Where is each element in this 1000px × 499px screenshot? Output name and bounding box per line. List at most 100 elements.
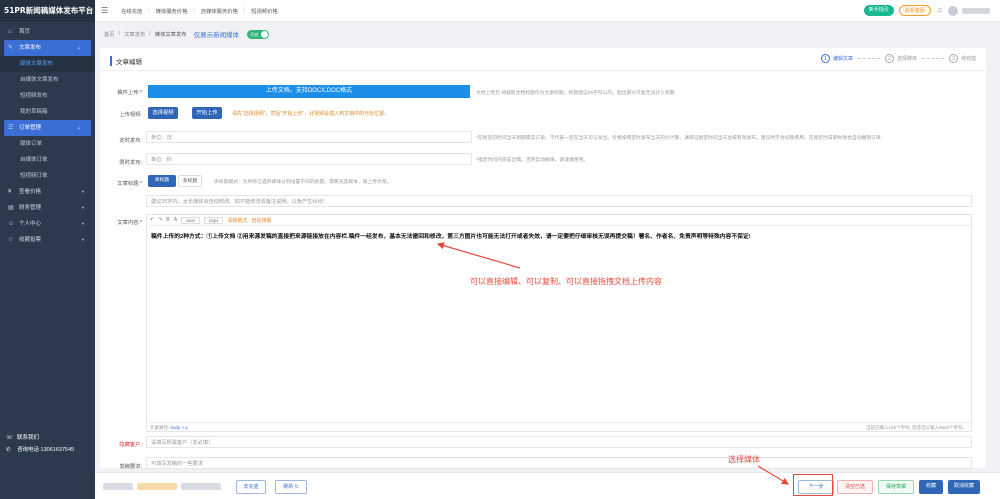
next-step-highlight-box [793, 474, 833, 496]
breadcrumb-current: 媒体文章发布 [154, 32, 187, 38]
user-name-blurred[interactable] [962, 7, 990, 14]
next-annotation: 选择媒体 [728, 455, 760, 464]
recharge-button[interactable]: 去充值 [236, 480, 266, 494]
bold-icon[interactable]: B [166, 217, 169, 223]
client-input[interactable]: 请填写所属客户（非必填） [146, 436, 972, 448]
sidebar-item-self-media-article[interactable]: 自媒体文章发布 [0, 72, 95, 88]
title-mode-hint: 多标题模式：为所有已选的媒体分别设置不同的标题。需要先选媒体，再上传文章。 [214, 180, 392, 185]
sidebar-item-drafts[interactable]: 我的草稿箱 [0, 104, 95, 120]
upload-document-button[interactable]: 上传文档，支持DOCX,DOC格式 [148, 85, 470, 98]
sidebar-item-home[interactable]: ⌂ 首页 [0, 24, 95, 40]
editor-toolbar: ↶ ↷ B A arial 16px 清除格式 自动排版 [147, 215, 971, 226]
limit-hint: *指定时间内完成出稿。否则自动撤单。请谨慎使用。 [476, 158, 589, 163]
single-title-tab[interactable]: 单标题 [148, 175, 176, 187]
char-count: 当前已输入155个字符, 您还可以输入9845个字符。 [865, 425, 967, 430]
undo-icon[interactable]: ↶ [150, 217, 154, 223]
step-done: 3 待完成 [948, 54, 976, 63]
editor-annotation: 可以直接编辑、可以复制、可以直接拖拽文档上传内容 [470, 277, 662, 286]
phone-icon: ✆ [6, 447, 11, 453]
auto-layout-button[interactable]: 自动排版 [251, 217, 271, 224]
app-logo: 51PR新闻稿媒体发布平台 [0, 0, 95, 22]
steps: 1 编辑文章 2 选择媒体 3 待完成 [820, 54, 976, 63]
contact-title: 联系我们 [17, 435, 40, 441]
card-title: 文章编辑 [110, 56, 142, 66]
user-icon: ☺ [8, 221, 15, 227]
home-icon: ⌂ [8, 29, 12, 35]
top-nav-media-price[interactable]: 媒体服务价格 [156, 7, 188, 15]
save-draft-button[interactable]: 保存草稿 [878, 480, 914, 494]
breadcrumb-article[interactable]: 文章发布 [124, 30, 145, 38]
upload-hint: 文档上传后 将截取文档标题作为文章标题。标题建议25字符以内。超出部分可能无法计… [476, 91, 675, 96]
start-upload-button[interactable]: 开始上传 [192, 107, 222, 119]
breadcrumb-home[interactable]: 首页 [104, 30, 115, 38]
clear-format-button[interactable]: 清除格式 [227, 217, 247, 224]
chevron-down-icon: ▼ [81, 237, 85, 242]
sidebar-item-video-publish[interactable]: 短视频发布 [0, 88, 95, 104]
chevron-down-icon: ▼ [81, 189, 85, 194]
upload-label: 稿件上传:* [117, 90, 142, 96]
sidebar: 51PR新闻稿媒体发布平台 ⌂ 首页 ✎ 文章发布 ▲ 媒体文章发布 自媒体文章发布 … [0, 0, 95, 499]
menu-toggle-icon[interactable]: ☰ [101, 6, 115, 15]
sidebar-item-video-orders[interactable]: 短视频订单 [0, 168, 95, 184]
sidebar-item-finance[interactable]: ▤ 财务管理 ▼ [0, 200, 95, 216]
contact-panel: ☏ 联系我们 ✆ 咨询电话 13061637545 [6, 432, 92, 456]
step-edit: 1 编辑文章 [820, 54, 853, 63]
remark-label: 发稿要求: [119, 464, 142, 470]
star-icon: ☆ [8, 237, 14, 243]
phone-label: 咨询电话 [17, 447, 40, 453]
top-nav-self-media-price[interactable]: 自媒体服务价格 [201, 7, 238, 15]
sidebar-item-media-orders[interactable]: 媒体订单 [0, 136, 95, 152]
price-icon: ¥ [8, 189, 12, 195]
redo-icon[interactable]: ↷ [158, 217, 162, 223]
favorite-button[interactable]: 收藏 [919, 480, 943, 494]
top-nav-recharge[interactable]: 在线充值 [121, 7, 142, 15]
bell-icon[interactable]: ♫ [937, 7, 942, 14]
sidebar-item-orders[interactable]: ☰ 订单管理 ▲ [4, 120, 91, 136]
news-only-label: 仅展示新闻媒体 [193, 32, 240, 39]
finance-icon: ▤ [8, 205, 14, 211]
refresh-button[interactable]: 刷新 ↻ [275, 480, 307, 494]
top-nav-video-price[interactable]: 短视频价格 [251, 7, 278, 15]
editor-content[interactable]: 稿件上传的2种方式：①上传文档 ②用来源发稿的直接把来源链接放在内容栏.稿件一经… [147, 226, 971, 245]
video-label: 上传视频: [119, 112, 142, 118]
sidebar-item-favorites[interactable]: ☆ 收藏投票 ▼ [0, 232, 95, 248]
step-select-media: 2 选择媒体 [884, 54, 917, 63]
breadcrumb: 首页 / 文章发布 / 媒体文章发布 仅展示新闻媒体 开启 [104, 28, 273, 40]
font-color-icon[interactable]: A [174, 217, 177, 223]
chevron-up-icon: ▲ [77, 45, 81, 50]
title-mode-label: 文章标题:* [117, 181, 142, 187]
phone-number: 13061637545 [40, 447, 75, 453]
sidebar-item-prices[interactable]: ¥ 查看价格 ▼ [0, 184, 95, 200]
limit-label: 限时发布: [119, 160, 142, 166]
guide-button[interactable]: 新手指引 [863, 5, 894, 16]
sidebar-item-media-article[interactable]: 媒体文章发布 [0, 56, 95, 72]
font-family-select[interactable]: arial [181, 216, 200, 224]
chevron-down-icon: ▼ [81, 205, 85, 210]
title-input[interactable]: 建议25字内，太长媒体会自动修改。如不能修改请备注说明，以免产生纠纷！ [146, 195, 972, 207]
sidebar-item-self-media-orders[interactable]: 自媒体订单 [0, 152, 95, 168]
select-video-button[interactable]: 选择视频 [148, 107, 178, 119]
client-label: 隐藏客户: [119, 442, 142, 448]
bottom-bar: 去充值 刷新 ↻ 下一步 清空已选 保存草稿 收藏 取消收藏 [95, 472, 1000, 499]
rich-text-editor[interactable]: ↶ ↷ B A arial 16px 清除格式 自动排版 稿件上传的2种方式：①… [146, 214, 972, 432]
remark-input[interactable]: 可填写发稿的一些要求 [146, 457, 972, 469]
sidebar-item-article-publish[interactable]: ✎ 文章发布 ▲ [4, 40, 91, 56]
news-only-toggle[interactable]: 开启 [247, 29, 270, 39]
chevron-up-icon: ▲ [77, 125, 81, 130]
avatar[interactable] [948, 5, 958, 16]
font-size-select[interactable]: 16px [203, 216, 224, 224]
element-path-label: 元素路径: [150, 425, 170, 430]
sidebar-item-profile[interactable]: ☺ 个人中心 ▼ [0, 216, 95, 232]
order-icon: ☰ [8, 125, 14, 131]
chevron-down-icon: ▼ [81, 221, 85, 226]
cancel-favorite-button[interactable]: 取消收藏 [948, 480, 980, 494]
schedule-input[interactable]: 单位：日 [146, 131, 472, 143]
video-hint: 请先"选择视频"，然后"开始上传"，此视频会插入到文档中的光标位置。 [232, 111, 390, 117]
element-path[interactable]: body > p [171, 425, 188, 430]
limit-input[interactable]: 单位：秒 [146, 153, 472, 165]
top-bar: ☰ 在线充值 | 媒体服务价格 | 自媒体服务价格 | 短视频价格 新手指引 联系客服… [95, 0, 1000, 22]
balance-amount-blurred [137, 483, 177, 490]
multi-title-tab[interactable]: 多标题 [178, 175, 202, 187]
clear-selected-button[interactable]: 清空已选 [837, 480, 873, 494]
service-button[interactable]: 联系客服 [898, 5, 931, 16]
